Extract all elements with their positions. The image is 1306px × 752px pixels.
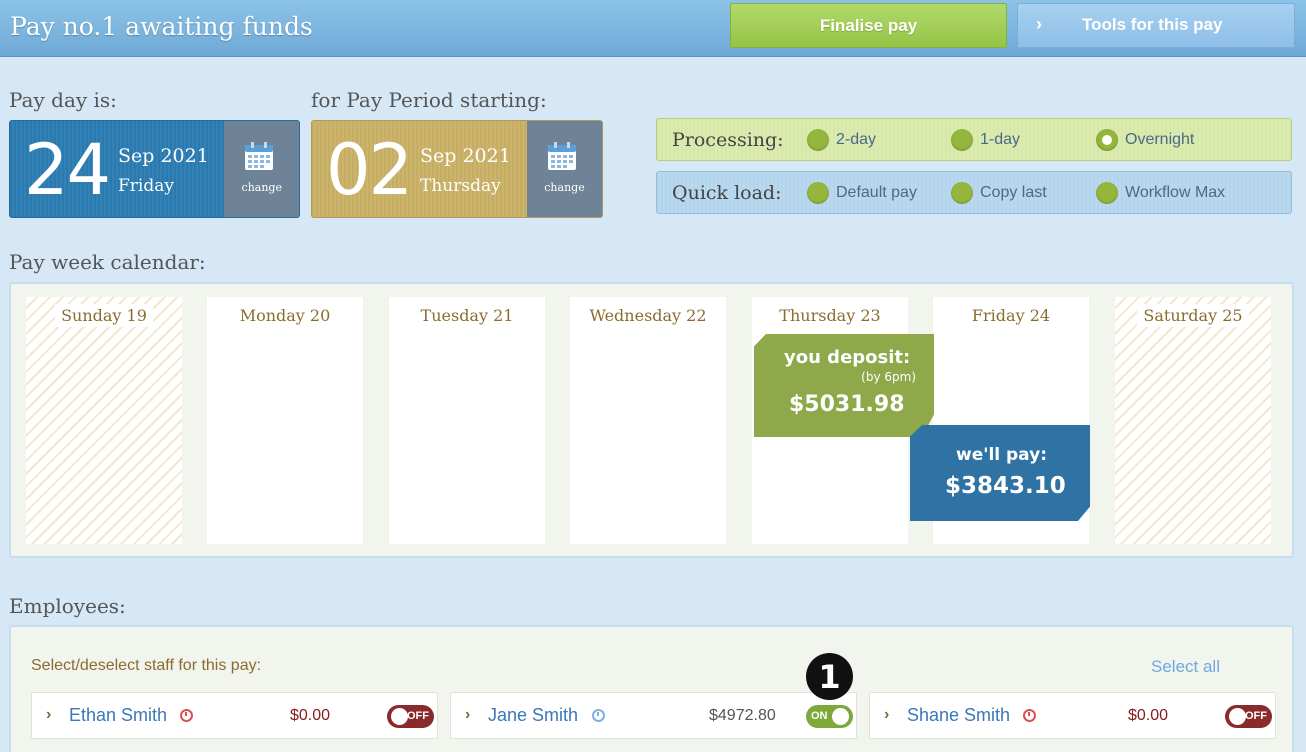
employees-panel: Select/deselect staff for this pay: Sele… <box>9 625 1294 752</box>
toggle-label: OFF <box>407 710 429 722</box>
calendar-label: Pay week calendar: <box>9 250 206 274</box>
processing-option-2day[interactable]: 2-day <box>807 129 876 151</box>
finalise-pay-button[interactable]: Finalise pay <box>730 3 1007 48</box>
employees-hint: Select/deselect staff for this pay: <box>31 657 262 674</box>
option-label: Workflow Max <box>1125 184 1226 201</box>
tools-for-this-pay-button[interactable]: › Tools for this pay <box>1017 3 1295 48</box>
radio-selected-icon <box>1096 129 1118 151</box>
radio-icon <box>807 182 829 204</box>
employees-label: Employees: <box>9 594 126 618</box>
period-change-button[interactable]: change <box>527 121 602 217</box>
deposit-amount: $5031.98 <box>789 392 905 417</box>
payout-amount: $3843.10 <box>945 473 1066 499</box>
calendar-day-monday: Monday 20 <box>207 297 363 544</box>
toggle-label: OFF <box>1245 710 1267 722</box>
employee-name[interactable]: Shane Smith <box>907 705 1010 726</box>
radio-icon <box>1096 182 1118 204</box>
employee-card[interactable]: › Jane Smith $4972.80 ON <box>450 692 857 739</box>
processing-option-1day[interactable]: 1-day <box>951 129 1020 151</box>
payout-tag: we'll pay: $3843.10 <box>910 425 1090 521</box>
tools-button-label: Tools for this pay <box>1082 15 1223 34</box>
period-weekday: Thursday <box>420 176 501 196</box>
period-box: 02 Sep 2021 Thursday change <box>311 120 603 218</box>
page-title: Pay no.1 awaiting funds <box>10 12 313 41</box>
option-label: 2-day <box>836 131 877 148</box>
day-label: Tuesday 21 <box>420 306 514 325</box>
period-day: 02 <box>326 129 413 211</box>
employee-amount: $0.00 <box>1128 707 1169 724</box>
clock-icon <box>592 709 605 722</box>
calendar-day-saturday: Saturday 25 <box>1115 297 1271 544</box>
chevron-right-icon: › <box>1036 14 1042 34</box>
processing-option-overnight[interactable]: Overnight <box>1096 129 1194 151</box>
employee-card[interactable]: › Ethan Smith $0.00 OFF <box>31 692 438 739</box>
radio-icon <box>807 129 829 151</box>
payday-month-year: Sep 2021 <box>118 145 209 167</box>
option-label: Default pay <box>836 184 917 201</box>
employee-toggle[interactable]: OFF <box>1225 705 1272 728</box>
calendar-day-tuesday: Tuesday 21 <box>389 297 545 544</box>
toggle-knob <box>832 708 849 725</box>
calendar-icon <box>548 142 576 170</box>
employee-amount: $0.00 <box>290 707 331 724</box>
toggle-label: ON <box>811 710 828 722</box>
quickload-option-workflow-max[interactable]: Workflow Max <box>1096 182 1225 204</box>
calendar-day-wednesday: Wednesday 22 <box>570 297 726 544</box>
pay-week-calendar: Sunday 19 Monday 20 Tuesday 21 Wednesday… <box>9 282 1294 558</box>
period-label: for Pay Period starting: <box>311 88 547 112</box>
processing-label: Processing: <box>672 129 784 151</box>
day-label: Wednesday 22 <box>589 306 707 325</box>
quickload-bar: Quick load: Default pay Copy last Workfl… <box>656 171 1292 214</box>
employee-toggle[interactable]: OFF <box>387 705 434 728</box>
chevron-right-icon[interactable]: › <box>46 706 51 724</box>
payday-change-label: change <box>241 181 282 194</box>
option-label: Copy last <box>980 184 1047 201</box>
quickload-label: Quick load: <box>672 182 782 204</box>
processing-bar: Processing: 2-day 1-day Overnight <box>656 118 1292 161</box>
chevron-right-icon[interactable]: › <box>465 706 470 724</box>
quickload-option-default-pay[interactable]: Default pay <box>807 182 917 204</box>
select-all-link[interactable]: Select all <box>1151 657 1220 677</box>
employee-card[interactable]: › Shane Smith $0.00 OFF <box>869 692 1276 739</box>
clock-icon <box>1023 709 1036 722</box>
payday-box: 24 Sep 2021 Friday change <box>9 120 300 218</box>
period-change-label: change <box>544 181 585 194</box>
payday-weekday: Friday <box>118 176 174 196</box>
option-label: Overnight <box>1125 131 1195 148</box>
day-label: Thursday 23 <box>779 306 881 325</box>
chevron-right-icon[interactable]: › <box>884 706 889 724</box>
payday-change-button[interactable]: change <box>224 121 299 217</box>
payday-day: 24 <box>24 129 111 211</box>
step-number-badge: 1 <box>806 653 853 700</box>
deposit-label: you deposit: <box>784 347 911 368</box>
option-label: 1-day <box>980 131 1021 148</box>
day-label: Monday 20 <box>239 306 331 325</box>
day-label: Saturday 25 <box>1137 304 1249 327</box>
employee-name[interactable]: Ethan Smith <box>69 705 167 726</box>
employee-amount: $4972.80 <box>709 707 776 724</box>
payout-label: we'll pay: <box>956 445 1048 465</box>
calendar-icon <box>245 142 274 170</box>
toggle-knob <box>1229 708 1246 725</box>
toggle-knob <box>391 708 408 725</box>
employee-name[interactable]: Jane Smith <box>488 705 578 726</box>
radio-icon <box>951 129 973 151</box>
quickload-option-copy-last[interactable]: Copy last <box>951 182 1047 204</box>
day-label: Sunday 19 <box>55 304 153 327</box>
payday-label: Pay day is: <box>9 88 117 112</box>
employee-toggle[interactable]: ON <box>806 705 853 728</box>
deposit-tag: you deposit: (by 6pm) $5031.98 <box>754 334 934 437</box>
day-label: Friday 24 <box>971 306 1051 325</box>
period-month-year: Sep 2021 <box>420 145 511 167</box>
clock-icon <box>180 709 193 722</box>
radio-icon <box>951 182 973 204</box>
deposit-note: (by 6pm) <box>861 370 916 384</box>
calendar-day-sunday: Sunday 19 <box>26 297 182 544</box>
